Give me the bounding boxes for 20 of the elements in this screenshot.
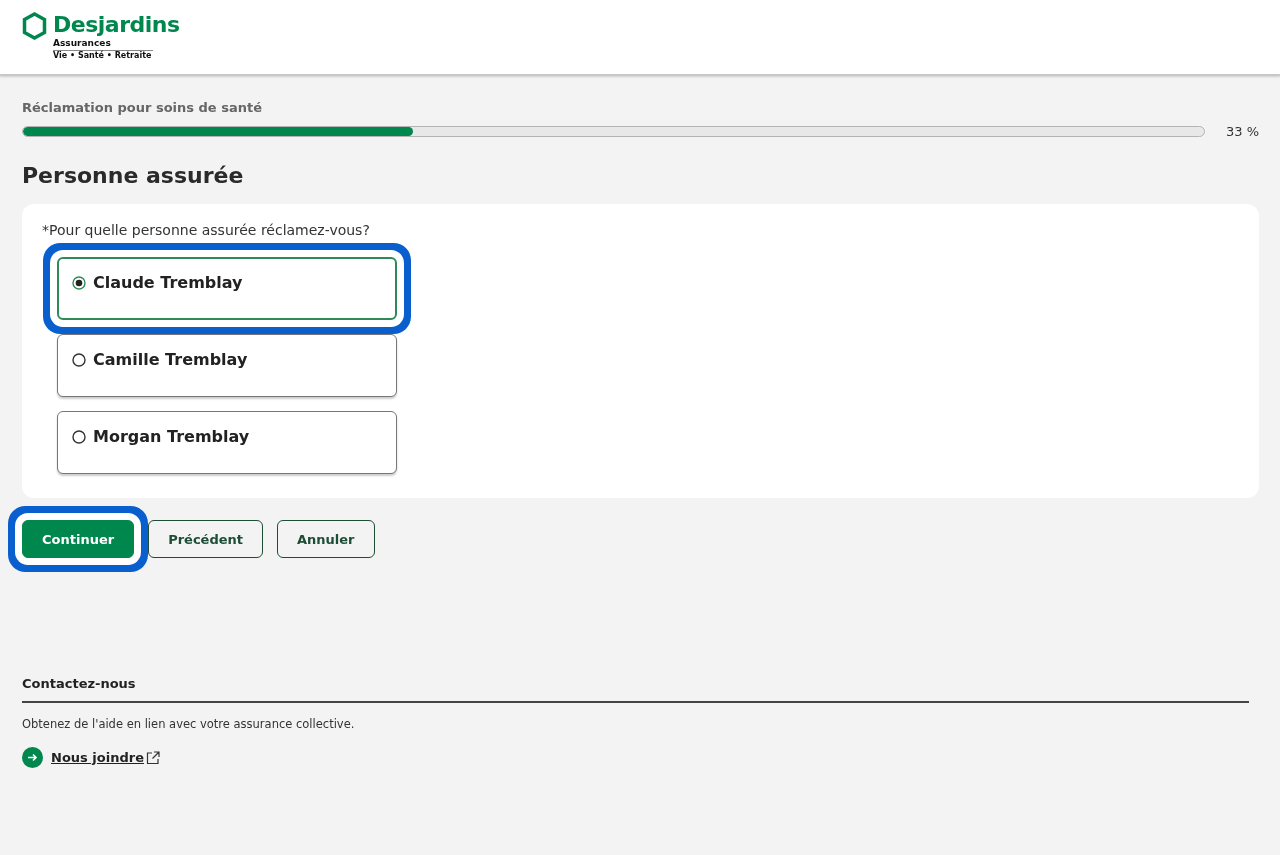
action-button[interactable]: Précédent	[148, 520, 263, 558]
action-button[interactable]: Annuler	[277, 520, 375, 558]
footer-heading: Contactez-nous	[22, 676, 1249, 703]
external-link-icon	[145, 750, 160, 765]
footer-text: Obtenez de l'aide en lien avec votre assurance collective.	[22, 717, 356, 731]
progress-percentage: 33 %	[1224, 124, 1259, 139]
brand-subtitle: Assurances	[53, 38, 153, 51]
question-label: *Pour quelle personne assurée réclamez-vous?	[42, 222, 371, 238]
radio-icon	[72, 276, 86, 290]
arrow-circle-icon	[22, 747, 43, 768]
page-heading: Personne assurée	[22, 163, 245, 188]
radio-icon	[72, 353, 86, 367]
brand-tagline: Vie • Santé • Retraite	[53, 51, 153, 61]
contact-link[interactable]: Nous joindre	[51, 750, 144, 765]
progress-label: Réclamation pour soins de santé	[22, 100, 263, 115]
radio-option[interactable]: Morgan Tremblay	[57, 411, 397, 474]
radio-option[interactable]: Camille Tremblay	[57, 334, 397, 397]
radio-icon	[72, 430, 86, 444]
hexagon-logo-icon	[22, 12, 47, 40]
brand-name: Desjardins	[53, 12, 180, 38]
